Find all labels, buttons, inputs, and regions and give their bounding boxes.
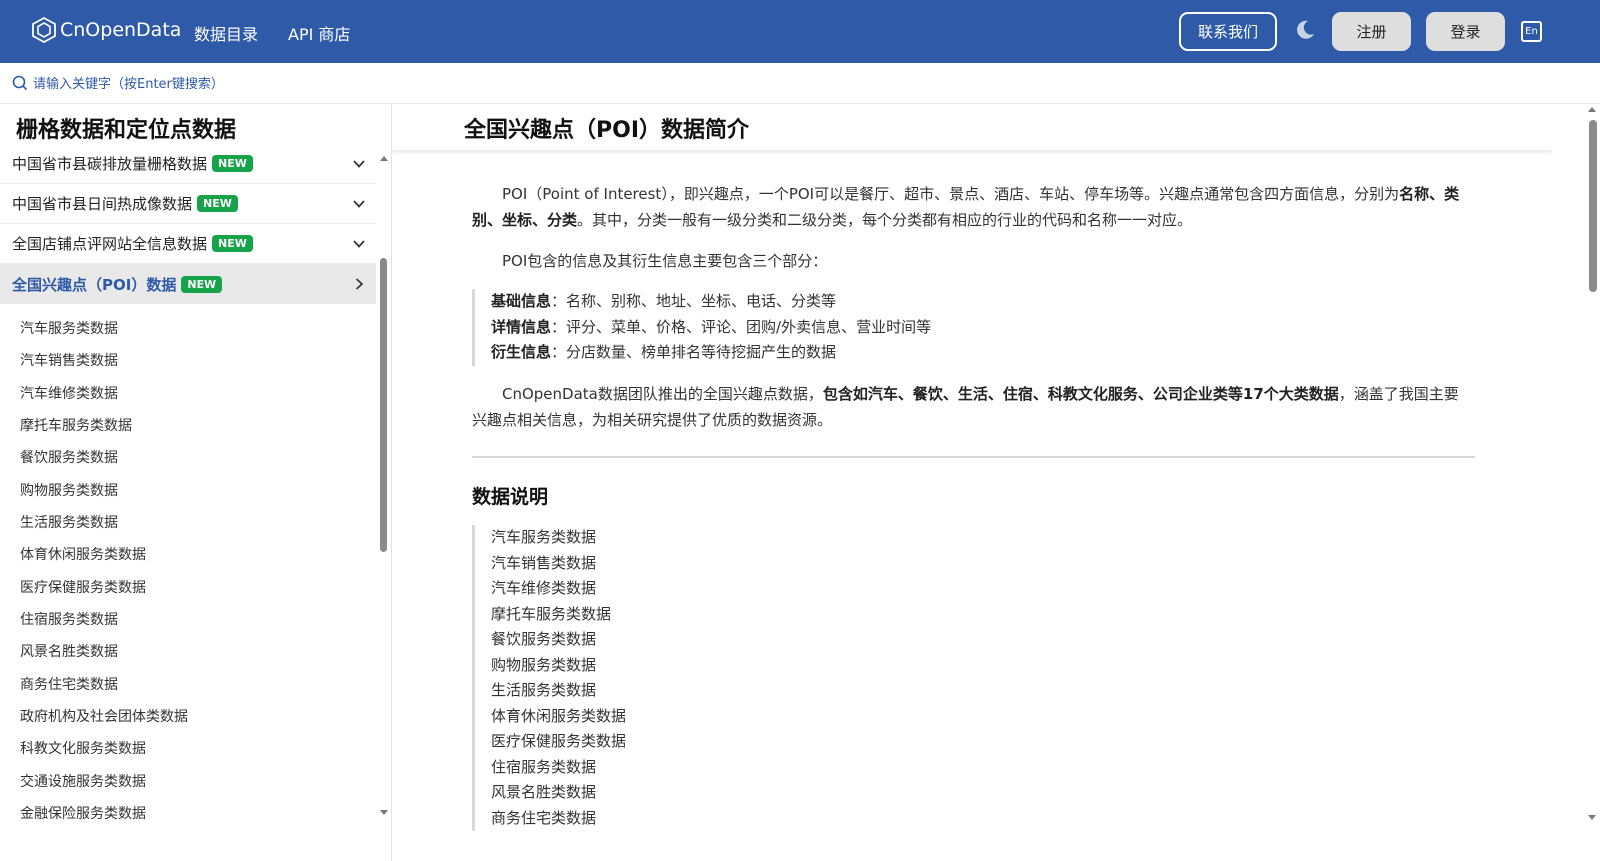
new-badge: NEW	[181, 275, 223, 293]
login-button[interactable]: 登录	[1426, 12, 1505, 51]
page-title: 全国兴趣点（POI）数据简介	[464, 118, 750, 143]
info-line-derived: 衍生信息：分店数量、榜单排名等待挖掘产生的数据	[491, 343, 837, 361]
sidebar-subitem-auto-repair[interactable]: 汽车维修类数据	[20, 383, 118, 403]
sidebar-item-label: 中国省市县碳排放量栅格数据	[12, 155, 208, 173]
sidebar-subitem-government[interactable]: 政府机构及社会团体类数据	[20, 706, 188, 726]
logo-text: CnOpenData	[60, 19, 182, 41]
chevron-right-icon	[355, 278, 364, 290]
sidebar-item-label: 中国省市县日间热成像数据	[12, 195, 193, 213]
list-item: 商务住宅类数据	[491, 808, 597, 827]
sidebar-subitem-medical[interactable]: 医疗保健服务类数据	[20, 577, 146, 597]
list-item: 汽车服务类数据	[491, 528, 597, 546]
sidebar-scroll-down-icon[interactable]	[380, 810, 388, 815]
dark-mode-moon-icon[interactable]	[1294, 19, 1316, 41]
list-item: 风景名胜类数据	[491, 783, 597, 801]
list-item: 住宿服务类数据	[491, 757, 597, 776]
new-badge: NEW	[197, 195, 238, 212]
sidebar-item-label: 全国兴趣点（POI）数据	[12, 275, 177, 294]
search-input[interactable]	[33, 73, 533, 95]
nav-link-api-store[interactable]: API 商店	[288, 21, 350, 45]
sidebar-subitem-auto-sales[interactable]: 汽车销售类数据	[20, 350, 118, 370]
info-blockquote: 基础信息：名称、别称、地址、坐标、电话、分类等 详情信息：评分、菜单、价格、评论…	[472, 289, 931, 366]
chevron-down-icon	[353, 200, 365, 208]
new-badge: NEW	[212, 155, 253, 172]
content-header: 全国兴趣点（POI）数据简介	[392, 104, 1552, 150]
section-title-data-description: 数据说明	[472, 486, 549, 508]
sidebar-item-label: 全国店铺点评网站全信息数据	[12, 235, 208, 253]
page-scroll-up-icon[interactable]	[1588, 107, 1596, 112]
sidebar-subitem-sports[interactable]: 体育休闲服务类数据	[20, 544, 146, 564]
sidebar-item-shop-review[interactable]: 全国店铺点评网站全信息数据 NEW	[0, 224, 376, 264]
sidebar-subitem-motorcycle[interactable]: 摩托车服务类数据	[20, 415, 132, 435]
sidebar-subitem-life-service[interactable]: 生活服务类数据	[20, 512, 118, 532]
summary-paragraph: CnOpenData数据团队推出的全国兴趣点数据，包含如汽车、餐饮、生活、住宿、…	[472, 385, 1459, 429]
sidebar-scroll-up-icon[interactable]	[380, 156, 388, 161]
sidebar-subitem-shopping[interactable]: 购物服务类数据	[20, 480, 118, 500]
top-navbar: CnOpenData 数据目录 API 商店 联系我们 注册 登录 En	[0, 0, 1600, 63]
list-item: 汽车销售类数据	[491, 553, 597, 572]
sidebar-subitem-catering[interactable]: 餐饮服务类数据	[20, 447, 118, 467]
main-content: 全国兴趣点（POI）数据简介 POI（Point of Interest），即兴…	[392, 104, 1552, 861]
register-button[interactable]: 注册	[1332, 12, 1411, 51]
page-scroll-down-icon[interactable]	[1588, 815, 1596, 820]
list-item: 汽车维修类数据	[491, 579, 597, 597]
list-item: 餐饮服务类数据	[491, 630, 597, 648]
list-item: 购物服务类数据	[491, 655, 597, 674]
sidebar-subitem-lodging[interactable]: 住宿服务类数据	[20, 609, 118, 629]
sidebar-item-carbon-emission[interactable]: 中国省市县碳排放量栅格数据 NEW	[0, 144, 376, 184]
sidebar-item-poi[interactable]: 全国兴趣点（POI）数据 NEW	[0, 264, 376, 304]
list-item: 医疗保健服务类数据	[491, 732, 627, 750]
page-scrollbar[interactable]	[1589, 120, 1597, 292]
list-item: 生活服务类数据	[491, 681, 597, 699]
sidebar-subitem-transport[interactable]: 交通设施服务类数据	[20, 771, 146, 791]
sidebar-subitem-scenic[interactable]: 风景名胜类数据	[20, 641, 118, 661]
logo[interactable]: CnOpenData	[32, 17, 181, 43]
contact-us-button[interactable]: 联系我们	[1179, 12, 1277, 51]
search-icon	[12, 75, 28, 91]
divider	[472, 456, 1475, 458]
chevron-down-icon	[353, 240, 365, 248]
language-toggle-icon[interactable]: En	[1521, 21, 1542, 42]
sidebar-item-thermal-imaging[interactable]: 中国省市县日间热成像数据 NEW	[0, 184, 376, 224]
sidebar-subitem-business-residence[interactable]: 商务住宅类数据	[20, 674, 118, 694]
hexagon-logo-icon	[32, 17, 56, 43]
new-badge: NEW	[212, 235, 253, 252]
list-item: 摩托车服务类数据	[491, 604, 612, 623]
sidebar-subitem-education[interactable]: 科教文化服务类数据	[20, 738, 146, 758]
search-bar	[0, 63, 1600, 104]
intro-paragraph: POI（Point of Interest），即兴趣点，一个POI可以是餐厅、超…	[472, 185, 1460, 229]
list-item: 体育休闲服务类数据	[491, 706, 627, 725]
chevron-down-icon	[353, 160, 365, 168]
nav-link-catalog[interactable]: 数据目录	[194, 21, 258, 45]
sidebar-subitem-auto-service[interactable]: 汽车服务类数据	[20, 318, 118, 338]
info-line-basic: 基础信息：名称、别称、地址、坐标、电话、分类等	[491, 292, 837, 310]
sidebar: 栅格数据和定位点数据 中国省市县碳排放量栅格数据 NEW 中国省市县日间热成像数…	[0, 104, 392, 861]
info-line-detail: 详情信息：评分、菜单、价格、评论、团购/外卖信息、营业时间等	[491, 317, 932, 336]
sidebar-subitem-finance[interactable]: 金融保险服务类数据	[20, 803, 146, 823]
category-list: 汽车服务类数据 汽车销售类数据 汽车维修类数据 摩托车服务类数据 餐饮服务类数据…	[472, 525, 626, 831]
info-intro-paragraph: POI包含的信息及其衍生信息主要包含三个部分：	[502, 252, 828, 270]
sidebar-title: 栅格数据和定位点数据	[16, 118, 237, 143]
sidebar-scrollbar[interactable]	[380, 258, 387, 552]
